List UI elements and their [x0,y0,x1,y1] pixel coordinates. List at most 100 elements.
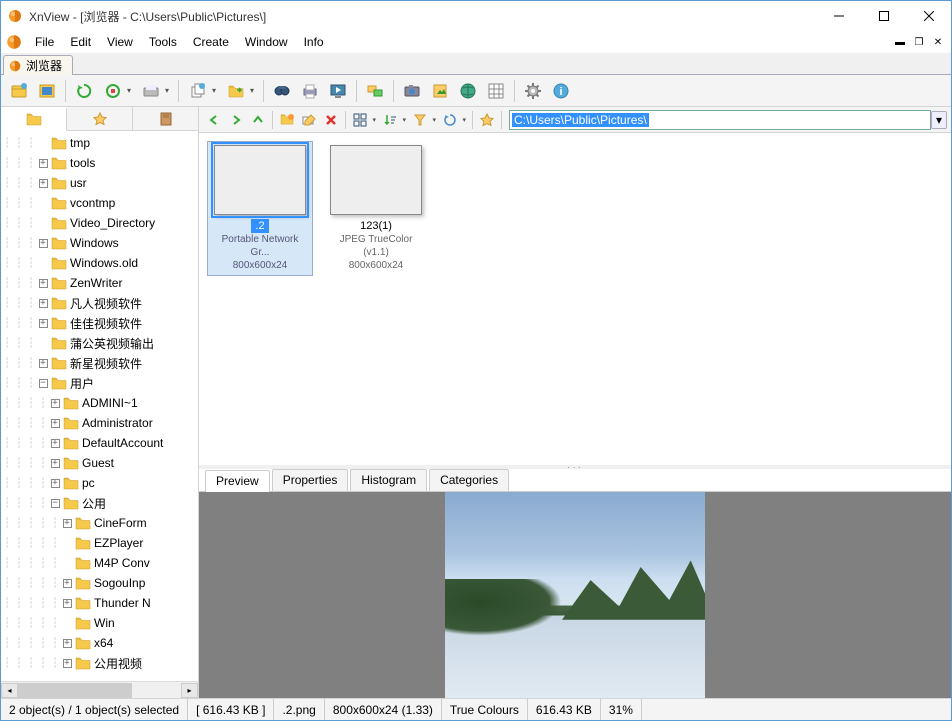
address-bar[interactable]: C:\Users\Public\Pictures\ [509,110,931,130]
search-button[interactable] [269,78,295,104]
convert-button[interactable] [362,78,388,104]
expand-icon[interactable]: + [37,159,49,168]
tree-item[interactable]: ┆┆┆┆┆+SogouInp [1,573,198,593]
options-button[interactable] [520,78,546,104]
nav-back-button[interactable] [203,109,225,131]
expand-icon[interactable]: + [49,479,61,488]
tree-item[interactable]: ┆┆┆+Windows [1,233,198,253]
filter-button[interactable] [409,109,439,131]
tree-h-scrollbar[interactable]: ◂ ▸ [1,681,198,698]
tree-item[interactable]: ┆┆┆+tools [1,153,198,173]
tab-browser[interactable]: 浏览器 [3,55,73,75]
scroll-left-button[interactable]: ◂ [1,683,18,698]
minimize-button[interactable] [816,2,861,30]
expand-icon[interactable]: + [61,639,73,648]
tree-mode-folders[interactable] [1,108,67,131]
thumbnail-item[interactable]: 123(1)JPEG TrueColor (v1.1)800x600x24 [323,141,429,276]
tree-item[interactable]: ┆┆┆┆┆+公用视频 [1,653,198,673]
tab-preview[interactable]: Preview [205,470,270,492]
expand-icon[interactable]: + [37,359,49,368]
tree-item[interactable]: ┆┆┆−用户 [1,373,198,393]
expand-icon[interactable]: + [61,659,73,668]
expand-icon[interactable]: + [61,599,73,608]
tree-item[interactable]: ┆┆┆┆┆+Thunder N [1,593,198,613]
mdi-close-button[interactable]: ✕ [929,34,947,50]
capture-button[interactable] [399,78,425,104]
tree-item[interactable]: ┆┆┆vcontmp [1,193,198,213]
thumbnail-pane[interactable]: .2Portable Network Gr...800x600x24123(1)… [199,133,951,465]
mdi-minimize-button[interactable]: ▬ [891,34,909,50]
tree-item[interactable]: ┆┆┆┆+DefaultAccount [1,433,198,453]
tree-item[interactable]: ┆┆┆┆+ADMINI~1 [1,393,198,413]
menu-info[interactable]: Info [296,33,332,51]
tree-item[interactable]: ┆┆┆+usr [1,173,198,193]
open-button[interactable] [6,78,32,104]
tab-properties[interactable]: Properties [272,469,349,491]
folder-tree[interactable]: ┆┆┆tmp┆┆┆+tools┆┆┆+usr┆┆┆vcontmp┆┆┆Video… [1,131,198,675]
acquire-button[interactable] [137,78,173,104]
close-button[interactable] [906,2,951,30]
maximize-button[interactable] [861,2,906,30]
scroll-thumb[interactable] [18,683,132,698]
expand-icon[interactable]: + [37,279,49,288]
sort-button[interactable] [379,109,409,131]
expand-icon[interactable]: + [37,299,49,308]
tree-item[interactable]: ┆┆┆tmp [1,133,198,153]
address-dropdown-button[interactable]: ▾ [931,111,947,129]
scroll-right-button[interactable]: ▸ [181,683,198,698]
contact-sheet-button[interactable] [483,78,509,104]
tree-item[interactable]: ┆┆┆┆┆EZPlayer [1,533,198,553]
jpeg-rotate-button[interactable] [427,78,453,104]
scroll-track[interactable] [18,683,181,698]
tree-item[interactable]: ┆┆┆┆┆M4P Conv [1,553,198,573]
expand-icon[interactable]: + [37,239,49,248]
tree-item[interactable]: ┆┆┆+ZenWriter [1,273,198,293]
expand-icon[interactable]: + [49,399,61,408]
tree-item[interactable]: ┆┆┆┆−公用 [1,493,198,513]
tree-item[interactable]: ┆┆┆Windows.old [1,253,198,273]
expand-icon[interactable]: + [37,319,49,328]
collapse-icon[interactable]: − [49,499,61,508]
move-to-button[interactable] [222,78,258,104]
menu-file[interactable]: File [27,33,62,51]
menu-tools[interactable]: Tools [141,33,185,51]
expand-icon[interactable]: + [49,439,61,448]
tree-item[interactable]: ┆┆┆┆┆+CineForm [1,513,198,533]
print-button[interactable] [297,78,323,104]
collapse-icon[interactable]: − [37,379,49,388]
tree-item[interactable]: ┆┆┆+新星视频软件 [1,353,198,373]
menu-view[interactable]: View [99,33,141,51]
new-folder-button[interactable] [276,109,298,131]
tree-mode-favorites[interactable] [67,107,133,130]
expand-icon[interactable]: + [37,179,49,188]
about-button[interactable]: i [548,78,574,104]
fullscreen-button[interactable] [34,78,60,104]
tree-item[interactable]: ┆┆┆┆┆+x64 [1,633,198,653]
refresh-dropdown-button[interactable] [99,78,135,104]
slideshow-button[interactable] [325,78,351,104]
recurse-button[interactable] [439,109,469,131]
tree-item[interactable]: ┆┆┆Video_Directory [1,213,198,233]
mdi-restore-button[interactable]: ❐ [910,34,928,50]
thumbnail-item[interactable]: .2Portable Network Gr...800x600x24 [207,141,313,276]
tree-item[interactable]: ┆┆┆+佳佳视频软件 [1,313,198,333]
rename-button[interactable] [298,109,320,131]
tree-item[interactable]: ┆┆┆┆┆Win [1,613,198,633]
expand-icon[interactable]: + [49,419,61,428]
tab-histogram[interactable]: Histogram [350,469,427,491]
tab-categories[interactable]: Categories [429,469,509,491]
expand-icon[interactable]: + [49,459,61,468]
web-button[interactable] [455,78,481,104]
view-mode-button[interactable] [349,109,379,131]
tree-item[interactable]: ┆┆┆+凡人视频软件 [1,293,198,313]
tree-item[interactable]: ┆┆┆┆+Guest [1,453,198,473]
delete-button[interactable] [320,109,342,131]
nav-forward-button[interactable] [225,109,247,131]
tree-mode-categories[interactable] [133,107,198,130]
menu-edit[interactable]: Edit [62,33,99,51]
menu-create[interactable]: Create [185,33,237,51]
expand-icon[interactable]: + [61,519,73,528]
refresh-button[interactable] [71,78,97,104]
nav-up-button[interactable] [247,109,269,131]
tree-item[interactable]: ┆┆┆┆+pc [1,473,198,493]
